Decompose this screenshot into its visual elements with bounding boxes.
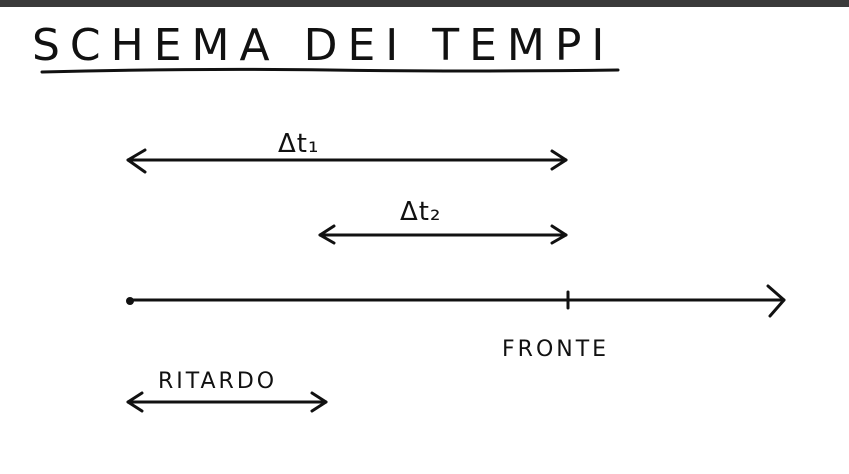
origin-dot (126, 297, 134, 305)
dt2-double-arrow (318, 224, 568, 245)
dt2-label: Δt₂ (400, 197, 441, 227)
ritardo-double-arrow (126, 391, 328, 413)
time-schema-diagram: SCHEMA DEI TEMPI Δt₁ Δt₂ FRONTE RITARDO (32, 20, 786, 413)
dt1-double-arrow (126, 148, 568, 174)
time-axis (126, 284, 786, 318)
fronte-label: FRONTE (502, 337, 609, 362)
diagram-title: SCHEMA DEI TEMPI (32, 20, 614, 71)
dt1-label: Δt₁ (278, 129, 319, 159)
title-underline (40, 67, 620, 74)
ritardo-label: RITARDO (158, 369, 277, 394)
